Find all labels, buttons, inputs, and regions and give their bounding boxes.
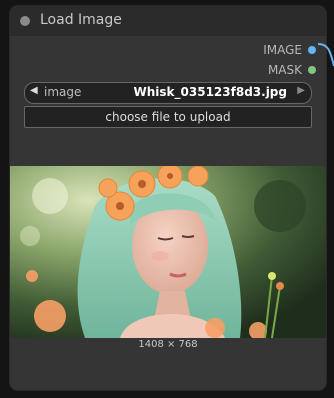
upload-button[interactable]: choose file to upload (24, 106, 312, 128)
combo-next-arrow-icon[interactable]: ▶ (297, 85, 305, 96)
node-title-bar[interactable]: Load Image (10, 6, 326, 36)
preview-image-icon (10, 166, 326, 338)
output-image-label: IMAGE (263, 43, 302, 57)
image-output-slot-icon[interactable] (308, 46, 316, 54)
image-combo-widget[interactable]: ◀ image Whisk_035123f8d3.jpg ▶ (24, 82, 312, 104)
combo-label: image (44, 85, 82, 99)
combo-value[interactable]: Whisk_035123f8d3.jpg (134, 85, 287, 99)
image-preview (10, 166, 326, 338)
combo-prev-arrow-icon[interactable]: ◀ (30, 85, 38, 96)
node-title: Load Image (40, 12, 122, 28)
output-mask[interactable]: MASK (268, 62, 316, 78)
image-dimensions: 1408 × 768 (138, 339, 198, 350)
output-mask-label: MASK (267, 63, 302, 77)
mask-output-slot-icon[interactable] (308, 66, 316, 74)
load-image-node[interactable]: Load Image IMAGE MASK ◀ image Whisk_0351… (10, 6, 326, 390)
output-image[interactable]: IMAGE (263, 42, 316, 58)
collapse-dot-icon[interactable] (20, 16, 30, 26)
